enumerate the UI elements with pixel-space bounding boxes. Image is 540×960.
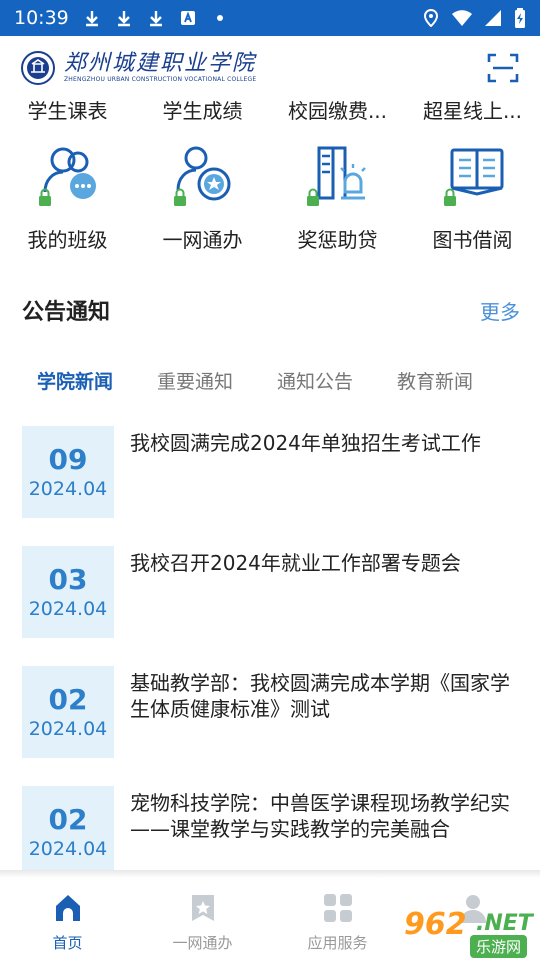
quick-item-student-schedule[interactable]: 学生课表 <box>0 96 135 126</box>
notice-title: 公告通知 <box>22 300 111 325</box>
nav-home[interactable]: 首页 <box>0 878 135 960</box>
news-day: 02 <box>48 683 88 716</box>
tab-announcements[interactable]: 通知公告 <box>255 362 375 406</box>
quick-item-chaoxing-online[interactable]: 超星线上... <box>405 96 540 126</box>
tab-education-news[interactable]: 教育新闻 <box>375 362 495 406</box>
news-date: 09 2024.04 <box>22 426 114 518</box>
news-title: 宠物科技学院：中兽医学课程现场教学纪实——课堂教学与实践教学的完美融合 <box>130 791 510 841</box>
quick-item-one-stop-service[interactable]: 一网通办 <box>135 140 270 255</box>
news-year-month: 2024.04 <box>28 718 108 740</box>
quick-functions-top: 学生课表 学生成绩 校园缴费... 超星线上... <box>0 96 540 126</box>
quick-item-library[interactable]: 图书借阅 <box>405 140 540 255</box>
download-icon <box>149 11 162 27</box>
notice-section-header: 公告通知 更多 <box>22 290 520 330</box>
tab-college-news[interactable]: 学院新闻 <box>15 362 135 406</box>
more-link[interactable]: 更多 <box>480 296 520 325</box>
wifi-icon <box>452 10 472 26</box>
college-name: 郑州城建职业学院 <box>64 51 257 76</box>
app-store-icon <box>180 11 195 25</box>
quick-item-label: 图书借阅 <box>432 228 513 252</box>
news-title: 基础教学部：我校圆满完成本学期《国家学生体质健康标准》测试 <box>130 671 510 721</box>
status-time: 10:39 <box>14 7 69 29</box>
download-icon <box>85 11 98 27</box>
news-year-month: 2024.04 <box>28 478 108 500</box>
news-title: 我校召开2024年就业工作部署专题会 <box>130 551 461 575</box>
signal-icon <box>485 10 501 26</box>
quick-item-awards-loans[interactable]: 奖惩助贷 <box>270 140 405 255</box>
nav-label: 一网通办 <box>172 934 233 952</box>
book-icon <box>443 148 503 206</box>
download-icon <box>117 11 130 27</box>
watermark-logo: 962 .NET 乐游网 <box>400 905 540 960</box>
quick-item-label: 奖惩助贷 <box>297 228 378 252</box>
nav-app-services[interactable]: 应用服务 <box>270 878 405 960</box>
college-logo: 郑州城建职业学院 ZHENGZHOU URBAN CONSTRUCTION VO… <box>20 50 256 86</box>
quick-functions-grid: 我的班级 一网通办 奖惩助贷 图书借阅 <box>0 140 540 255</box>
watermark-site-name: 乐游网 <box>470 935 528 958</box>
college-emblem-icon <box>21 51 55 85</box>
college-subtitle: ZHENGZHOU URBAN CONSTRUCTION VOCATIONAL … <box>64 76 257 83</box>
dot-icon <box>216 15 223 21</box>
service-icon <box>173 146 230 206</box>
watermark-net: .NET <box>476 911 533 936</box>
quick-item-campus-payment[interactable]: 校园缴费... <box>270 96 405 126</box>
nav-one-stop-service[interactable]: 一网通办 <box>135 878 270 960</box>
tab-important-notice[interactable]: 重要通知 <box>135 362 255 406</box>
app-header: 郑州城建职业学院 ZHENGZHOU URBAN CONSTRUCTION VO… <box>0 36 540 100</box>
home-icon <box>55 895 80 921</box>
battery-icon <box>515 8 525 28</box>
status-bar: 10:39 <box>0 0 540 36</box>
news-item[interactable]: 02 2024.04 基础教学部：我校圆满完成本学期《国家学生体质健康标准》测试 <box>22 666 520 758</box>
quick-item-my-class[interactable]: 我的班级 <box>0 140 135 255</box>
news-day: 03 <box>48 563 88 596</box>
news-date: 03 2024.04 <box>22 546 114 638</box>
bottom-nav-divider <box>0 870 540 878</box>
news-item[interactable]: 02 2024.04 宠物科技学院：中兽医学课程现场教学纪实——课堂教学与实践教… <box>22 786 520 878</box>
watermark-number: 962 <box>404 907 467 942</box>
news-day: 02 <box>48 803 88 836</box>
apps-icon <box>323 894 352 922</box>
news-item[interactable]: 03 2024.04 我校召开2024年就业工作部署专题会 <box>22 546 520 638</box>
news-year-month: 2024.04 <box>28 598 108 620</box>
quick-item-label: 我的班级 <box>27 228 108 252</box>
award-icon <box>306 146 366 206</box>
news-year-month: 2024.04 <box>28 838 108 860</box>
news-title: 我校圆满完成2024年单独招生考试工作 <box>130 431 481 455</box>
bookmark-icon <box>191 895 214 921</box>
news-date: 02 2024.04 <box>22 786 114 878</box>
news-day: 09 <box>48 443 88 476</box>
class-icon <box>38 147 96 206</box>
nav-label: 应用服务 <box>307 934 368 952</box>
quick-item-student-grades[interactable]: 学生成绩 <box>135 96 270 126</box>
nav-label: 首页 <box>52 934 83 952</box>
scan-icon[interactable] <box>486 51 520 85</box>
news-item[interactable]: 09 2024.04 我校圆满完成2024年单独招生考试工作 <box>22 426 520 518</box>
news-tabs: 学院新闻 重要通知 通知公告 教育新闻 <box>0 362 540 406</box>
quick-item-label: 一网通办 <box>162 228 243 252</box>
location-icon <box>423 9 439 27</box>
news-date: 02 2024.04 <box>22 666 114 758</box>
